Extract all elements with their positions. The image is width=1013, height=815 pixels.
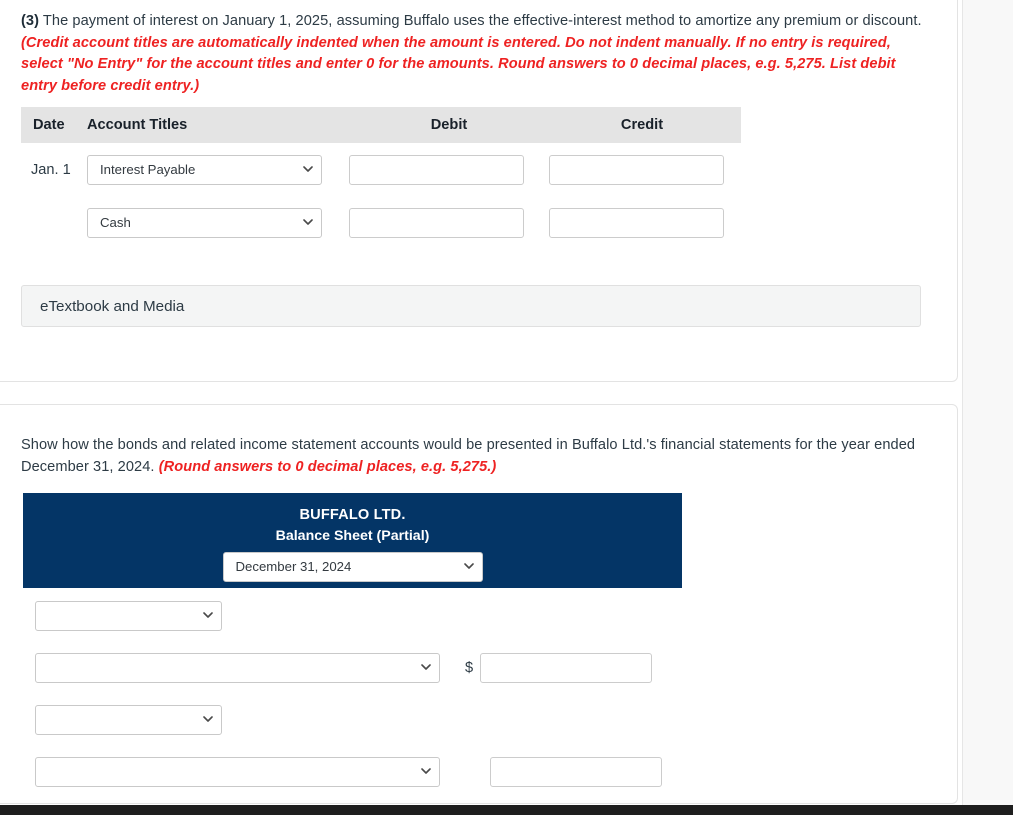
balance-sheet-statement-title: Balance Sheet (Partial)	[275, 528, 430, 544]
list-item	[35, 601, 735, 631]
table-row: Jan. 1 Interest Payable	[21, 143, 741, 196]
journal-row-1-credit-input[interactable]	[549, 154, 724, 185]
page-right-gutter	[962, 0, 1013, 815]
question-4-text: Show how the bonds and related income st…	[21, 435, 931, 478]
column-header-date: Date	[33, 117, 65, 133]
page-root: (3) The payment of interest on January 1…	[0, 0, 1013, 815]
list-item: $	[35, 653, 735, 683]
journal-row-1-account-select[interactable]: Interest Payable	[87, 154, 322, 185]
balance-sheet-line-4-amount-input[interactable]	[490, 757, 662, 787]
balance-sheet-company-name: BUFFALO LTD.	[299, 507, 406, 523]
list-item	[35, 705, 735, 735]
balance-sheet-line-3-wrap	[35, 705, 222, 735]
column-header-credit: Credit	[620, 117, 664, 133]
question-3-note: (Credit account titles are automatically…	[21, 34, 896, 94]
balance-sheet-body: $	[35, 601, 735, 809]
question-3-number: (3)	[21, 13, 40, 29]
question-4-note: (Round answers to 0 decimal places, e.g.…	[158, 458, 497, 475]
question-3-card: (3) The payment of interest on January 1…	[0, 0, 958, 382]
etextbook-and-media-button[interactable]: eTextbook and Media	[21, 285, 921, 327]
table-row: Cash	[21, 196, 741, 249]
balance-sheet-line-3-select[interactable]	[35, 705, 222, 735]
journal-row-2-account-select[interactable]: Cash	[87, 207, 322, 238]
etextbook-and-media-label: eTextbook and Media	[40, 297, 185, 315]
journal-table-header: Date Account Titles Debit Credit	[21, 107, 741, 143]
journal-row-2-credit-input[interactable]	[549, 207, 724, 238]
balance-sheet-line-2-wrap	[35, 653, 440, 683]
balance-sheet-header: BUFFALO LTD. Balance Sheet (Partial) Dec…	[23, 493, 682, 588]
journal-row-2-account-wrap: Cash	[87, 207, 322, 238]
question-3-text: (3) The payment of interest on January 1…	[21, 11, 931, 97]
list-item	[35, 757, 735, 787]
question-3-prompt: The payment of interest on January 1, 20…	[39, 13, 922, 29]
journal-entry-table: Date Account Titles Debit Credit Jan. 1 …	[21, 107, 741, 249]
balance-sheet-line-1-wrap	[35, 601, 222, 631]
dollar-sign-label: $	[464, 660, 474, 676]
balance-sheet-date-select[interactable]: December 31, 2024	[222, 552, 483, 582]
journal-row-2-debit-input[interactable]	[349, 207, 524, 238]
question-4-card: Show how the bonds and related income st…	[0, 404, 958, 804]
balance-sheet-line-2-select[interactable]	[35, 653, 440, 683]
journal-row-1-date: Jan. 1	[31, 161, 71, 178]
balance-sheet-line-1-select[interactable]	[35, 601, 222, 631]
balance-sheet-line-4-wrap	[35, 757, 440, 787]
balance-sheet-line-2-amount-input[interactable]	[480, 653, 652, 683]
column-header-debit: Debit	[430, 117, 468, 133]
journal-row-1-debit-input[interactable]	[349, 154, 524, 185]
balance-sheet-line-4-select[interactable]	[35, 757, 440, 787]
journal-row-1-account-wrap: Interest Payable	[87, 154, 322, 185]
column-header-account: Account Titles	[87, 117, 188, 133]
page-footer-bar	[0, 805, 1013, 815]
balance-sheet-date-wrap: December 31, 2024	[222, 552, 483, 582]
